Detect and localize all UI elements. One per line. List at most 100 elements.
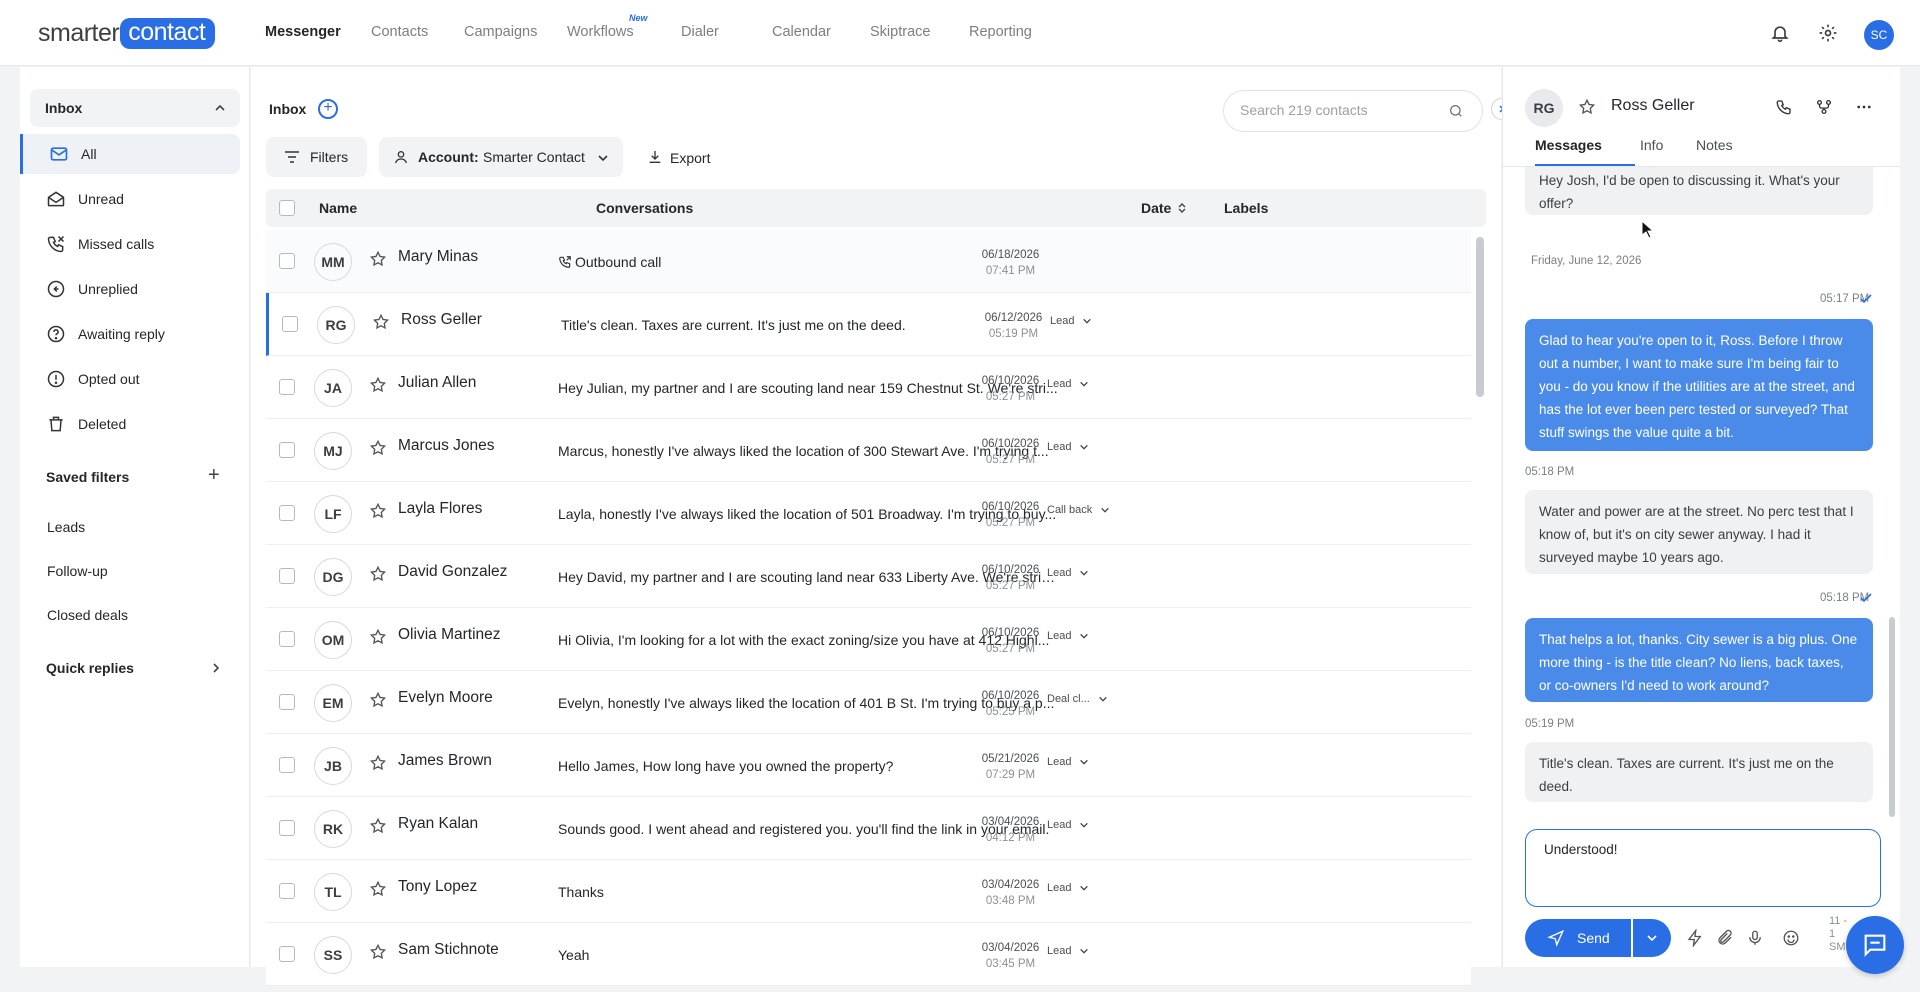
sidebar-item-missed-calls[interactable]: Missed calls [20, 224, 240, 264]
emoji-icon[interactable] [1782, 929, 1800, 947]
contact-name[interactable]: James Brown [398, 752, 492, 770]
row-checkbox[interactable] [279, 820, 295, 836]
label-dropdown[interactable]: Lead [1047, 756, 1089, 768]
add-inbox-icon[interactable]: + [318, 99, 338, 119]
row-checkbox[interactable] [282, 316, 298, 332]
account-select[interactable]: Account: Smarter Contact [379, 137, 623, 177]
star-icon[interactable] [369, 817, 387, 835]
search-icon[interactable] [1448, 103, 1464, 119]
quick-replies-link[interactable]: Quick replies [46, 660, 134, 676]
nav-dialer[interactable]: Dialer [681, 24, 719, 40]
message-compose-box[interactable]: Understood! [1525, 829, 1881, 907]
star-icon[interactable] [369, 502, 387, 520]
thread-scrollbar[interactable] [1889, 617, 1895, 817]
star-icon[interactable] [369, 691, 387, 709]
row-checkbox[interactable] [279, 505, 295, 521]
label-dropdown[interactable]: Lead [1050, 315, 1092, 327]
nav-contacts[interactable]: Contacts [371, 24, 428, 40]
star-icon[interactable] [369, 943, 387, 961]
row-checkbox[interactable] [279, 883, 295, 899]
table-row[interactable]: SS Sam Stichnote Yeah 03/04/2026 03:45 PM Lea… [266, 923, 1471, 986]
label-dropdown[interactable]: Lead [1047, 630, 1089, 642]
contact-name[interactable]: Evelyn Moore [398, 689, 493, 707]
table-row[interactable]: JB James Brown Hello James, How long have … [266, 734, 1471, 797]
microphone-icon[interactable] [1746, 929, 1764, 947]
label-dropdown[interactable]: Lead [1047, 882, 1089, 894]
row-checkbox[interactable] [279, 694, 295, 710]
label-dropdown[interactable]: Lead [1047, 378, 1089, 390]
list-scrollbar[interactable] [1476, 237, 1484, 397]
search-box[interactable] [1223, 90, 1483, 132]
select-all-checkbox[interactable] [279, 200, 295, 216]
row-checkbox[interactable] [279, 379, 295, 395]
saved-filter-follow-up[interactable]: Follow-up [47, 563, 108, 579]
phone-icon[interactable] [1775, 98, 1793, 116]
message-input[interactable]: Understood! [1544, 842, 1864, 882]
contact-name[interactable]: Ryan Kalan [398, 815, 478, 833]
row-checkbox[interactable] [279, 442, 295, 458]
star-icon[interactable] [1578, 98, 1596, 116]
send-options-dropdown[interactable] [1633, 919, 1671, 957]
nav-skiptrace[interactable]: Skiptrace [870, 24, 930, 40]
table-row[interactable]: EM Evelyn Moore Evelyn, honestly I've alwa… [266, 671, 1471, 734]
search-input[interactable] [1240, 102, 1440, 118]
lightning-icon[interactable] [1686, 929, 1704, 947]
gear-icon[interactable] [1815, 20, 1841, 46]
contact-name[interactable]: Marcus Jones [398, 437, 494, 455]
contact-name[interactable]: Ross Geller [401, 311, 482, 329]
bell-icon[interactable] [1767, 20, 1793, 46]
row-checkbox[interactable] [279, 568, 295, 584]
star-icon[interactable] [369, 565, 387, 583]
star-icon[interactable] [369, 880, 387, 898]
row-checkbox[interactable] [279, 757, 295, 773]
contact-name[interactable]: Olivia Martinez [398, 626, 501, 644]
workflow-icon[interactable] [1815, 98, 1833, 116]
column-header-date[interactable]: Date [1141, 200, 1171, 216]
sidebar-item-deleted[interactable]: Deleted [20, 404, 240, 444]
inbox-section-toggle[interactable]: Inbox [30, 89, 240, 127]
row-checkbox[interactable] [279, 946, 295, 962]
user-avatar[interactable]: SC [1864, 20, 1894, 50]
table-row[interactable]: RG Ross Geller Title's clean. Taxes are cu… [266, 293, 1471, 356]
label-dropdown[interactable]: Lead [1047, 567, 1089, 579]
support-chat-button[interactable] [1846, 916, 1904, 974]
filters-button[interactable]: Filters [266, 137, 367, 177]
tab-messages[interactable]: Messages [1535, 137, 1602, 153]
label-dropdown[interactable]: Lead [1047, 441, 1089, 453]
star-icon[interactable] [369, 628, 387, 646]
nav-messenger[interactable]: Messenger [265, 24, 341, 40]
export-button[interactable]: Export [647, 149, 717, 169]
table-row[interactable]: TL Tony Lopez Thanks 03/04/2026 03:48 PM Lead [266, 860, 1471, 923]
contact-name[interactable]: Layla Flores [398, 500, 482, 518]
label-dropdown[interactable]: Lead [1047, 945, 1089, 957]
saved-filter-leads[interactable]: Leads [47, 519, 85, 535]
sidebar-item-unread[interactable]: Unread [20, 179, 240, 219]
more-options-icon[interactable] [1855, 98, 1873, 116]
table-row[interactable]: MM Mary Minas Outbound call 06/18/2026 07:41… [266, 230, 1471, 293]
star-icon[interactable] [369, 754, 387, 772]
contact-name[interactable]: Tony Lopez [398, 878, 477, 896]
add-saved-filter-icon[interactable]: + [208, 464, 220, 487]
label-dropdown[interactable]: Deal cl... [1047, 693, 1108, 705]
nav-workflows[interactable]: Workflows [567, 24, 634, 40]
send-button[interactable]: Send [1525, 919, 1631, 957]
label-dropdown[interactable]: Call back [1047, 504, 1110, 516]
contact-name[interactable]: Julian Allen [398, 374, 476, 392]
table-row[interactable]: JA Julian Allen Hey Julian, my partner and… [266, 356, 1471, 419]
star-icon[interactable] [369, 439, 387, 457]
star-icon[interactable] [369, 376, 387, 394]
chevron-right-icon[interactable] [210, 662, 222, 674]
sidebar-item-unreplied[interactable]: Unreplied [20, 269, 240, 309]
sidebar-item-awaiting-reply[interactable]: Awaiting reply [20, 314, 240, 354]
row-checkbox[interactable] [279, 253, 295, 269]
table-row[interactable]: LF Layla Flores Layla, honestly I've alway… [266, 482, 1471, 545]
contact-name[interactable]: Mary Minas [398, 248, 478, 266]
star-icon[interactable] [369, 250, 387, 268]
sidebar-item-all[interactable]: All [20, 134, 240, 174]
nav-calendar[interactable]: Calendar [772, 24, 831, 40]
star-icon[interactable] [372, 313, 390, 331]
saved-filter-closed-deals[interactable]: Closed deals [47, 607, 128, 623]
table-row[interactable]: DG David Gonzalez Hey David, my partner an… [266, 545, 1471, 608]
contact-name[interactable]: Sam Stichnote [398, 941, 499, 959]
sort-icon[interactable] [1177, 202, 1187, 214]
